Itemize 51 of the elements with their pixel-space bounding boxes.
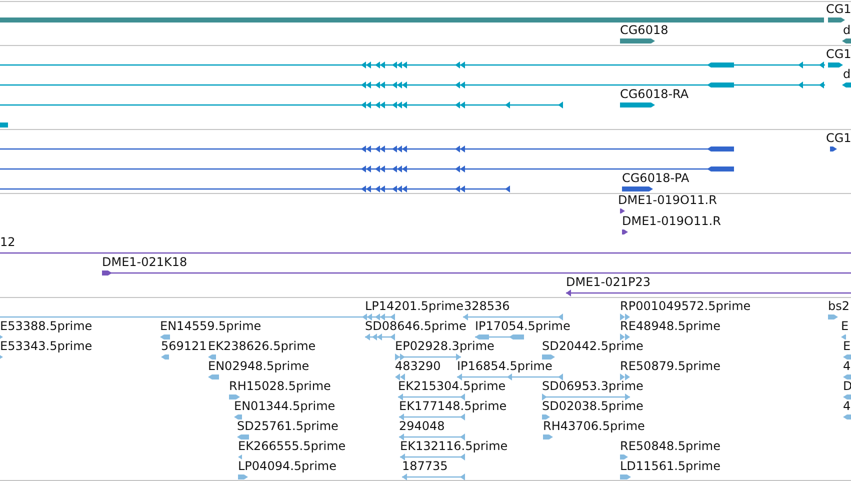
feature-label: DME1-019O11.R xyxy=(622,214,721,228)
feature-label: EK215304.5prime xyxy=(398,379,506,393)
feature-label: 294048 xyxy=(399,419,445,433)
feature-label: EN02948.5prime xyxy=(208,359,310,373)
feature-label: CG1 xyxy=(826,47,851,61)
feature-label: 4 xyxy=(843,399,851,413)
feature-label: EK266555.5prime xyxy=(238,439,346,453)
feature-label: SD02038.5prime xyxy=(542,399,644,413)
feature-label: RP001049572.5prime xyxy=(620,299,751,313)
feature-label: EK238626.5prime xyxy=(208,339,316,353)
feature-label: EK132116.5prime xyxy=(400,439,508,453)
feature-label: CG6018-RA xyxy=(620,87,689,101)
feature-label: E53388.5prime xyxy=(0,319,92,333)
feature-label: CG6018 xyxy=(620,23,668,37)
feature-label: RE50879.5prime xyxy=(620,359,720,373)
feature-label: CG6018-PA xyxy=(622,171,690,185)
feature-label: 328536 xyxy=(464,299,510,313)
feature-label: CG1 xyxy=(826,131,851,145)
feature-label: CG1 xyxy=(826,2,851,16)
feature-label: E xyxy=(841,319,849,333)
feature-label: EP02928.3prime xyxy=(395,339,494,353)
feature-label: SD20442.5prime xyxy=(542,339,644,353)
feature-label: d xyxy=(843,67,851,81)
feature-label: RH43706.5prime xyxy=(543,419,645,433)
feature-label: DME1-021K18 xyxy=(102,255,188,269)
feature-label: SD25761.5prime xyxy=(237,419,338,433)
feature-label: SD08646.5prime xyxy=(365,319,466,333)
feature-label: 483290 xyxy=(395,359,441,373)
feature-label: EN14559.5prime xyxy=(160,319,262,333)
feature-label: LP14201.5prime xyxy=(365,299,464,313)
feature-label: SD06953.3prime xyxy=(542,379,644,393)
feature-label: IP17054.5prime xyxy=(475,319,570,333)
feature-label: DME1-021P23 xyxy=(566,275,651,289)
feature-label: RH15028.5prime xyxy=(229,379,331,393)
feature-label: EK177148.5prime xyxy=(399,399,507,413)
feature-label: 12 xyxy=(0,235,16,249)
transcript-glyph xyxy=(0,121,8,129)
feature-label: RE50848.5prime xyxy=(620,439,720,453)
feature-label: 569121 xyxy=(161,339,207,353)
feature-label: 187735 xyxy=(402,459,448,473)
feature-label: E xyxy=(843,339,851,353)
feature-label: E53343.5prime xyxy=(0,339,92,353)
feature-label: EN01344.5prime xyxy=(234,399,336,413)
feature-label: bs2 xyxy=(828,299,850,313)
feature-label: LP04094.5prime xyxy=(238,459,337,473)
feature-label: d xyxy=(843,23,851,37)
feature-label: 4 xyxy=(843,359,851,373)
feature-label: LD11561.5prime xyxy=(620,459,721,473)
feature-label: RE48948.5prime xyxy=(620,319,720,333)
feature-label: DME1-019O11.R xyxy=(618,193,717,207)
feature-label: IP16854.5prime xyxy=(457,359,552,373)
